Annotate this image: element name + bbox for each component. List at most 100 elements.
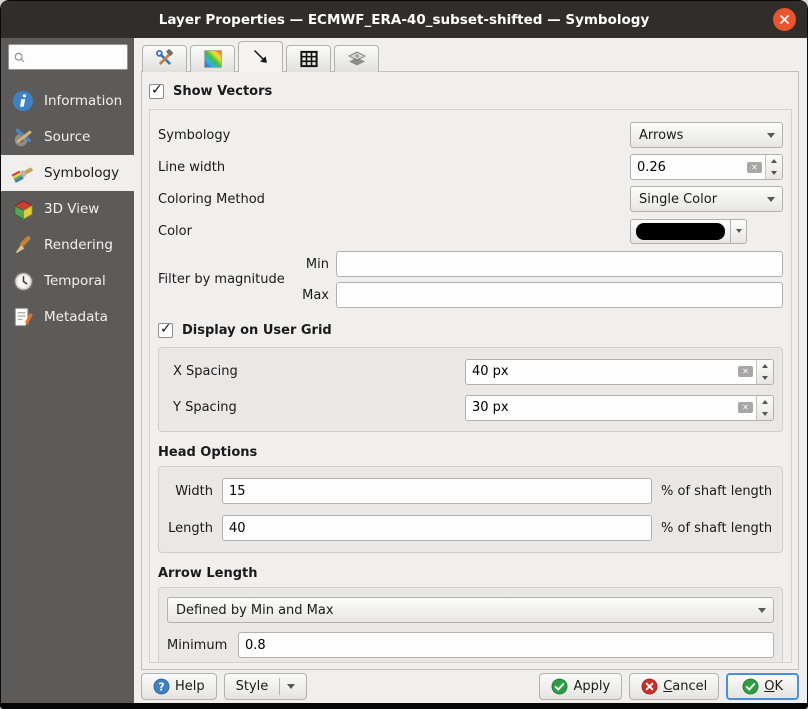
- spin-down-button[interactable]: [757, 372, 773, 384]
- triangle-down-icon: [771, 171, 777, 175]
- sidebar-item-source[interactable]: Source: [1, 119, 134, 155]
- arrow-length-groupbox: Defined by Min and Max Minimum Maximum: [158, 587, 783, 663]
- cancel-button[interactable]: Cancel: [629, 673, 719, 700]
- color-label: Color: [158, 224, 630, 239]
- line-width-input[interactable]: [631, 155, 744, 179]
- spin-up-button[interactable]: [757, 360, 773, 372]
- chevron-down-icon: [287, 684, 295, 689]
- content-panel: Show Vectors Symbology Arrows Line width: [134, 38, 807, 703]
- sidebar: Information Source Symbology: [1, 38, 134, 703]
- close-button[interactable]: [773, 8, 796, 31]
- apply-button-label: Apply: [573, 679, 610, 694]
- spin-down-button[interactable]: [766, 167, 782, 179]
- line-width-row: Line width ✕: [158, 151, 783, 183]
- clear-value-button[interactable]: ✕: [735, 360, 756, 384]
- color-swatch-button[interactable]: [630, 219, 731, 244]
- ok-check-icon: [742, 678, 759, 695]
- filter-min-input[interactable]: [336, 251, 783, 277]
- vector-arrow-icon: [251, 47, 271, 67]
- sidebar-item-temporal[interactable]: Temporal: [1, 263, 134, 299]
- color-dropdown-button[interactable]: [731, 219, 747, 244]
- filter-max-label: Max: [301, 288, 329, 303]
- head-length-input[interactable]: [222, 515, 652, 541]
- arrow-minimum-input[interactable]: [238, 632, 774, 658]
- arrow-minimum-row: Minimum: [167, 630, 774, 660]
- filter-by-magnitude-label: Filter by magnitude: [158, 272, 301, 287]
- show-vectors-checkbox[interactable]: [149, 84, 164, 99]
- clear-value-button[interactable]: ✕: [744, 155, 765, 179]
- filter-min-row: Min: [301, 251, 783, 277]
- filter-fields: Min Max: [301, 251, 783, 308]
- y-spacing-input[interactable]: [466, 396, 735, 420]
- chevron-down-icon: [767, 133, 775, 138]
- clear-icon: ✕: [738, 402, 753, 413]
- triangle-down-icon: [762, 376, 768, 380]
- line-width-spinbox: ✕: [630, 154, 783, 180]
- y-spacing-label: Y Spacing: [167, 400, 465, 415]
- x-spacing-input[interactable]: [466, 360, 735, 384]
- tab-contours[interactable]: [190, 45, 235, 72]
- y-spacing-spinbox: ✕: [465, 395, 774, 421]
- tab-mesh-frame[interactable]: [286, 45, 331, 72]
- line-width-spin-buttons: [765, 155, 782, 179]
- sidebar-search-input[interactable]: [29, 50, 123, 64]
- hammer-wrench-icon: [155, 49, 175, 69]
- mesh-grid-icon: [299, 49, 319, 69]
- sidebar-item-label: Rendering: [44, 237, 113, 253]
- filter-by-magnitude-row: Filter by magnitude Min Max: [158, 251, 783, 308]
- tab-general-settings[interactable]: [142, 45, 187, 72]
- clear-value-button[interactable]: ✕: [735, 396, 756, 420]
- coloring-method-combobox[interactable]: Single Color: [630, 186, 783, 212]
- window-title: Layer Properties — ECMWF_ERA-40_subset-s…: [159, 12, 650, 28]
- symbology-value: Arrows: [639, 128, 767, 143]
- coloring-method-row: Coloring Method Single Color: [158, 183, 783, 215]
- chevron-down-icon: [767, 197, 775, 202]
- tab-vectors[interactable]: [238, 41, 283, 72]
- x-spacing-label: X Spacing: [167, 364, 465, 379]
- sidebar-item-label: Metadata: [44, 309, 108, 325]
- head-length-row: Length % of shaft length: [167, 513, 774, 543]
- triangle-up-icon: [762, 364, 768, 368]
- vectors-tab-pane: Show Vectors Symbology Arrows Line width: [141, 71, 799, 670]
- head-width-input[interactable]: [222, 478, 652, 504]
- ok-button[interactable]: OK: [726, 673, 799, 700]
- help-button[interactable]: ? Help: [141, 673, 217, 700]
- color-row: Color: [158, 215, 783, 247]
- sidebar-item-label: 3D View: [44, 201, 99, 217]
- spin-down-button[interactable]: [757, 408, 773, 420]
- head-options-groupbox: Width % of shaft length Length % of shaf…: [158, 466, 783, 553]
- symbology-combobox[interactable]: Arrows: [630, 122, 783, 148]
- sidebar-item-information[interactable]: Information: [1, 83, 134, 119]
- sidebar-nav: Information Source Symbology: [1, 83, 134, 335]
- sidebar-item-3d-view[interactable]: 3D View: [1, 191, 134, 227]
- color-control: [630, 219, 783, 244]
- apply-check-icon: [551, 678, 568, 695]
- style-button-label: Style: [236, 679, 269, 694]
- source-tools-icon: [11, 125, 35, 149]
- svg-text:?: ?: [158, 681, 164, 693]
- filter-max-row: Max: [301, 282, 783, 308]
- show-vectors-row: Show Vectors: [149, 81, 792, 102]
- apply-button[interactable]: Apply: [539, 673, 622, 700]
- vector-settings-frame: Symbology Arrows Line width ✕: [149, 109, 792, 663]
- layer-properties-dialog: Layer Properties — ECMWF_ERA-40_subset-s…: [0, 0, 808, 709]
- user-grid-checkbox-row: Display on User Grid: [158, 320, 783, 341]
- dialog-button-box: ? Help Style Apply Cancel: [141, 670, 799, 703]
- sidebar-item-rendering[interactable]: Rendering: [1, 227, 134, 263]
- spin-up-button[interactable]: [766, 155, 782, 167]
- head-length-label: Length: [167, 521, 213, 536]
- head-length-suffix: % of shaft length: [661, 521, 774, 536]
- triangle-up-icon: [771, 159, 777, 163]
- head-options-title: Head Options: [158, 445, 257, 460]
- user-grid-label: Display on User Grid: [182, 323, 332, 338]
- sidebar-item-symbology[interactable]: Symbology: [1, 155, 134, 191]
- spin-up-button[interactable]: [757, 396, 773, 408]
- tab-stacked-meshes[interactable]: [334, 45, 379, 72]
- arrow-length-mode-combobox[interactable]: Defined by Min and Max: [167, 597, 774, 623]
- sidebar-item-metadata[interactable]: Metadata: [1, 299, 134, 335]
- filter-max-input[interactable]: [336, 282, 783, 308]
- head-width-label: Width: [167, 484, 213, 499]
- button-separator: [279, 678, 280, 695]
- style-button[interactable]: Style: [224, 673, 308, 700]
- user-grid-checkbox[interactable]: [158, 323, 173, 338]
